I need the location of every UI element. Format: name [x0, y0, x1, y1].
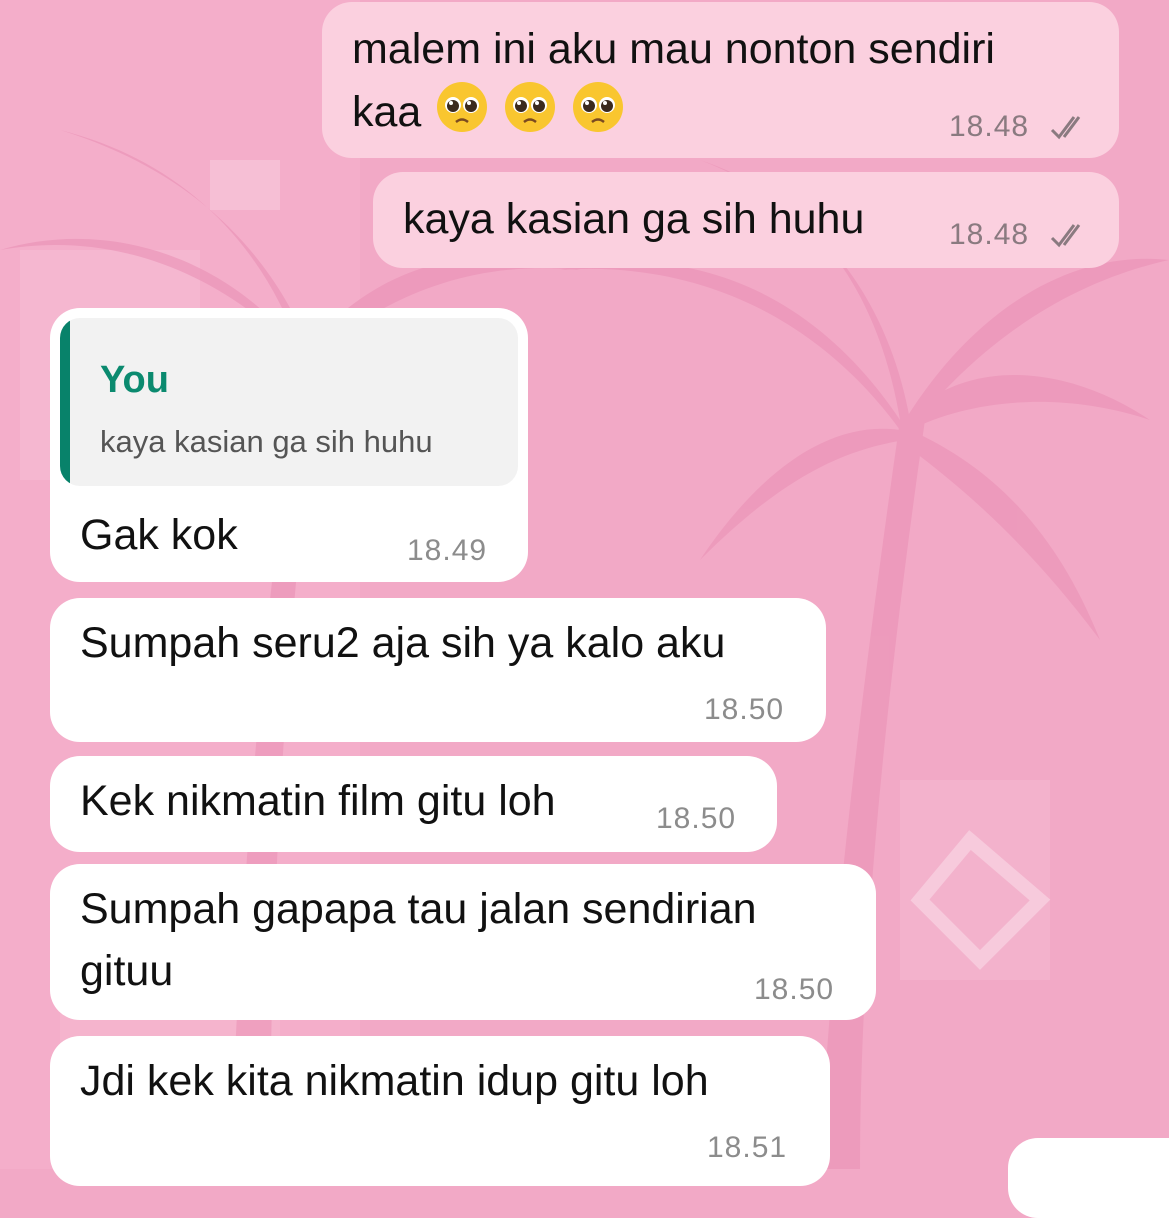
incoming-message[interactable]: Sumpah seru2 aja sih ya kalo aku 18.50: [50, 598, 826, 742]
message-text: kaa: [352, 88, 422, 136]
pleading-face-emoji: [437, 82, 488, 132]
quoted-author: You: [100, 359, 169, 401]
incoming-message[interactable]: Jdi kek kita nikmatin idup gitu loh 18.5…: [50, 1036, 830, 1186]
message-time: 18.50: [656, 802, 737, 835]
message-time: 18.50: [754, 973, 835, 1006]
message-time: 18.48: [949, 110, 1030, 143]
incoming-message[interactable]: Sumpah gapapa tau jalan sendirian gituu …: [50, 864, 876, 1020]
quoted-reply[interactable]: You kaya kasian ga sih huhu: [60, 318, 518, 486]
outgoing-message[interactable]: malem ini aku mau nonton sendiri kaa 18.…: [322, 2, 1119, 158]
pleading-face-emoji: [505, 82, 556, 132]
read-double-check-icon: [1050, 224, 1081, 248]
read-double-check-icon: [1050, 116, 1081, 140]
partial-next-bubble: [1008, 1138, 1169, 1218]
message-time: 18.48: [949, 218, 1030, 251]
pleading-face-emoji: [573, 82, 624, 132]
message-time: 18.49: [407, 534, 488, 567]
message-text: Sumpah seru2 aja sih ya kalo aku: [80, 619, 726, 667]
outgoing-message[interactable]: kaya kasian ga sih huhu 18.48: [373, 172, 1119, 268]
message-text: Kek nikmatin film gitu loh: [80, 777, 556, 825]
message-text-line-1: malem ini aku mau nonton sendiri: [352, 25, 995, 73]
quoted-text: kaya kasian ga sih huhu: [100, 424, 433, 459]
incoming-message[interactable]: Kek nikmatin film gitu loh 18.50: [50, 756, 777, 852]
message-text: Jdi kek kita nikmatin idup gitu loh: [80, 1057, 709, 1105]
message-time: 18.51: [707, 1131, 788, 1164]
message-time: 18.50: [704, 693, 785, 726]
message-text: Gak kok: [80, 511, 238, 559]
message-text: kaya kasian ga sih huhu: [403, 195, 865, 243]
message-text-line-2: gituu: [80, 947, 174, 995]
quote-accent-bar: [60, 318, 70, 486]
message-text-line-2: kaa: [352, 80, 625, 143]
incoming-message[interactable]: You kaya kasian ga sih huhu Gak kok 18.4…: [50, 308, 528, 582]
message-text-line-1: Sumpah gapapa tau jalan sendirian: [80, 885, 757, 933]
